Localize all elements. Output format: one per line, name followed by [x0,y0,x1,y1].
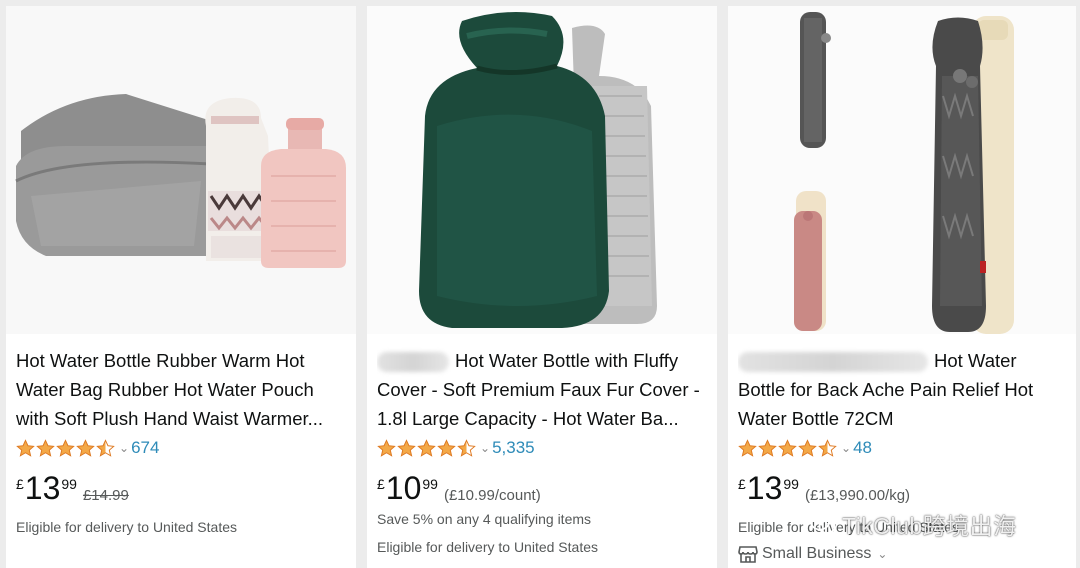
star-icon [36,438,55,457]
star-icon [397,438,416,457]
unit-price-3: (£13,990.00/kg) [804,487,911,504]
price-2: £ 10 99 (£10.99/count) [377,470,541,506]
watermark: TikClub跨境出海 [810,507,1017,541]
storefront-icon [738,546,758,563]
price-fraction-2: 99 [422,476,438,492]
price-currency-2: £ [377,476,385,492]
star-icon [417,438,436,457]
was-price-1: £14.99 [82,487,129,504]
price-whole-1: 13 [24,470,61,506]
promo-note-2: Save 5% on any 4 qualifying items [377,511,592,527]
price-whole-3: 13 [746,470,783,506]
wechat-icon [810,513,836,534]
star-rating-3[interactable] [738,438,837,458]
delivery-note-1: Eligible for delivery to United States [16,519,237,535]
star-rating-1[interactable] [16,438,115,458]
star-icon [377,438,396,457]
price-1: £ 13 99 £14.99 [16,470,129,506]
product-card-1[interactable]: Hot Water Bottle Rubber Warm Hot Water B… [6,6,356,568]
star-icon [818,438,837,457]
product-card-3[interactable]: Hot Water Bottle for Back Ache Pain Reli… [728,6,1076,568]
product-image-1[interactable] [6,6,356,334]
star-rating-2[interactable] [377,438,476,458]
rating-row-2[interactable]: ⌄ 5,335 [377,436,535,460]
small-business-badge[interactable]: Small Business ⌄ [738,545,887,563]
product-title-2[interactable]: Hot Water Bottle with Fluffy Cover - Sof… [377,346,707,433]
unit-price-2: (£10.99/count) [443,487,541,504]
redacted-brand-2 [377,352,449,373]
delivery-note-2: Eligible for delivery to United States [377,539,598,555]
review-count-3[interactable]: 48 [853,438,872,458]
price-3: £ 13 99 (£13,990.00/kg) [738,470,910,506]
rating-row-3[interactable]: ⌄ 48 [738,436,872,460]
small-business-label[interactable]: Small Business [762,545,871,563]
star-icon [798,438,817,457]
chevron-down-icon[interactable]: ⌄ [480,441,490,455]
star-icon [96,438,115,457]
product-grid: Hot Water Bottle Rubber Warm Hot Water B… [6,6,1076,568]
chevron-down-icon[interactable]: ⌄ [877,547,887,561]
star-icon [76,438,95,457]
review-count-2[interactable]: 5,335 [492,438,535,458]
price-whole-2: 10 [385,470,422,506]
price-currency-3: £ [738,476,746,492]
chevron-down-icon[interactable]: ⌄ [841,441,851,455]
star-icon [16,438,35,457]
product-card-2[interactable]: Hot Water Bottle with Fluffy Cover - Sof… [367,6,717,568]
price-fraction-3: 99 [783,476,799,492]
rating-row-1[interactable]: ⌄ 674 [16,436,159,460]
product-title-1[interactable]: Hot Water Bottle Rubber Warm Hot Water B… [16,346,346,433]
redacted-brand-3 [738,352,928,373]
star-icon [738,438,757,457]
product-image-3[interactable] [728,6,1076,334]
star-icon [457,438,476,457]
watermark-text: TikClub跨境出海 [842,513,1017,539]
chevron-down-icon[interactable]: ⌄ [119,441,129,455]
product-title-3[interactable]: Hot Water Bottle for Back Ache Pain Reli… [738,346,1068,433]
star-icon [758,438,777,457]
star-icon [437,438,456,457]
star-icon [56,438,75,457]
star-icon [778,438,797,457]
product-image-2[interactable] [367,6,717,334]
review-count-1[interactable]: 674 [131,438,159,458]
price-fraction-1: 99 [61,476,77,492]
price-currency-1: £ [16,476,24,492]
